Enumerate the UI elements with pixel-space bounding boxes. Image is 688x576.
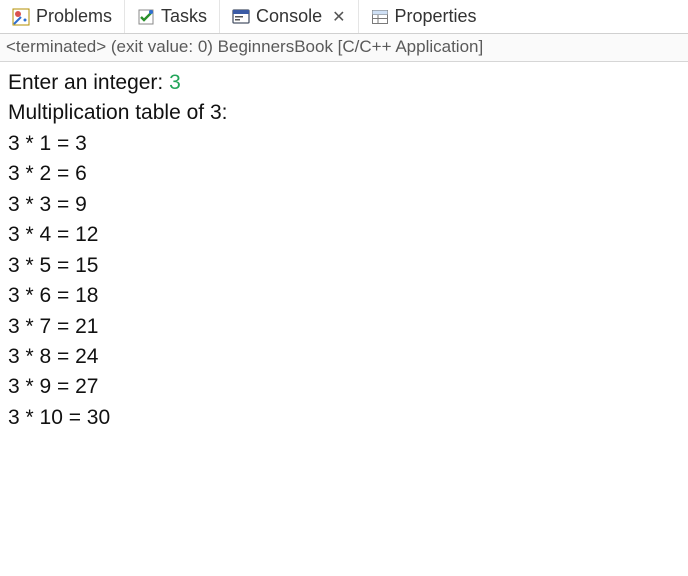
prompt-line: Enter an integer: 3 [8, 68, 680, 98]
tab-problems[interactable]: Problems [0, 0, 125, 33]
table-heading: Multiplication table of 3: [8, 98, 680, 128]
problems-icon [12, 8, 30, 26]
table-row: 3 * 6 = 18 [8, 281, 680, 311]
tab-problems-label: Problems [36, 6, 112, 27]
user-input: 3 [169, 71, 181, 94]
table-row: 3 * 4 = 12 [8, 220, 680, 250]
tab-tasks[interactable]: Tasks [125, 0, 220, 33]
table-row: 3 * 7 = 21 [8, 312, 680, 342]
tab-properties[interactable]: Properties [359, 0, 489, 33]
table-row: 3 * 1 = 3 [8, 129, 680, 159]
table-row: 3 * 5 = 15 [8, 251, 680, 281]
tasks-icon [137, 8, 155, 26]
console-output: Enter an integer: 3 Multiplication table… [0, 62, 688, 439]
tab-console-label: Console [256, 6, 322, 27]
tab-tasks-label: Tasks [161, 6, 207, 27]
tab-properties-label: Properties [395, 6, 477, 27]
launch-status: <terminated> (exit value: 0) BeginnersBo… [0, 34, 688, 62]
table-row: 3 * 2 = 6 [8, 159, 680, 189]
console-icon [232, 8, 250, 26]
table-row: 3 * 10 = 30 [8, 403, 680, 433]
properties-icon [371, 8, 389, 26]
table-row: 3 * 8 = 24 [8, 342, 680, 372]
prompt-text: Enter an integer: [8, 71, 169, 94]
table-row: 3 * 9 = 27 [8, 372, 680, 402]
view-tab-bar: Problems Tasks Console ✕ [0, 0, 688, 34]
table-row: 3 * 3 = 9 [8, 190, 680, 220]
close-icon[interactable]: ✕ [332, 7, 345, 27]
tab-console[interactable]: Console ✕ [220, 0, 358, 33]
